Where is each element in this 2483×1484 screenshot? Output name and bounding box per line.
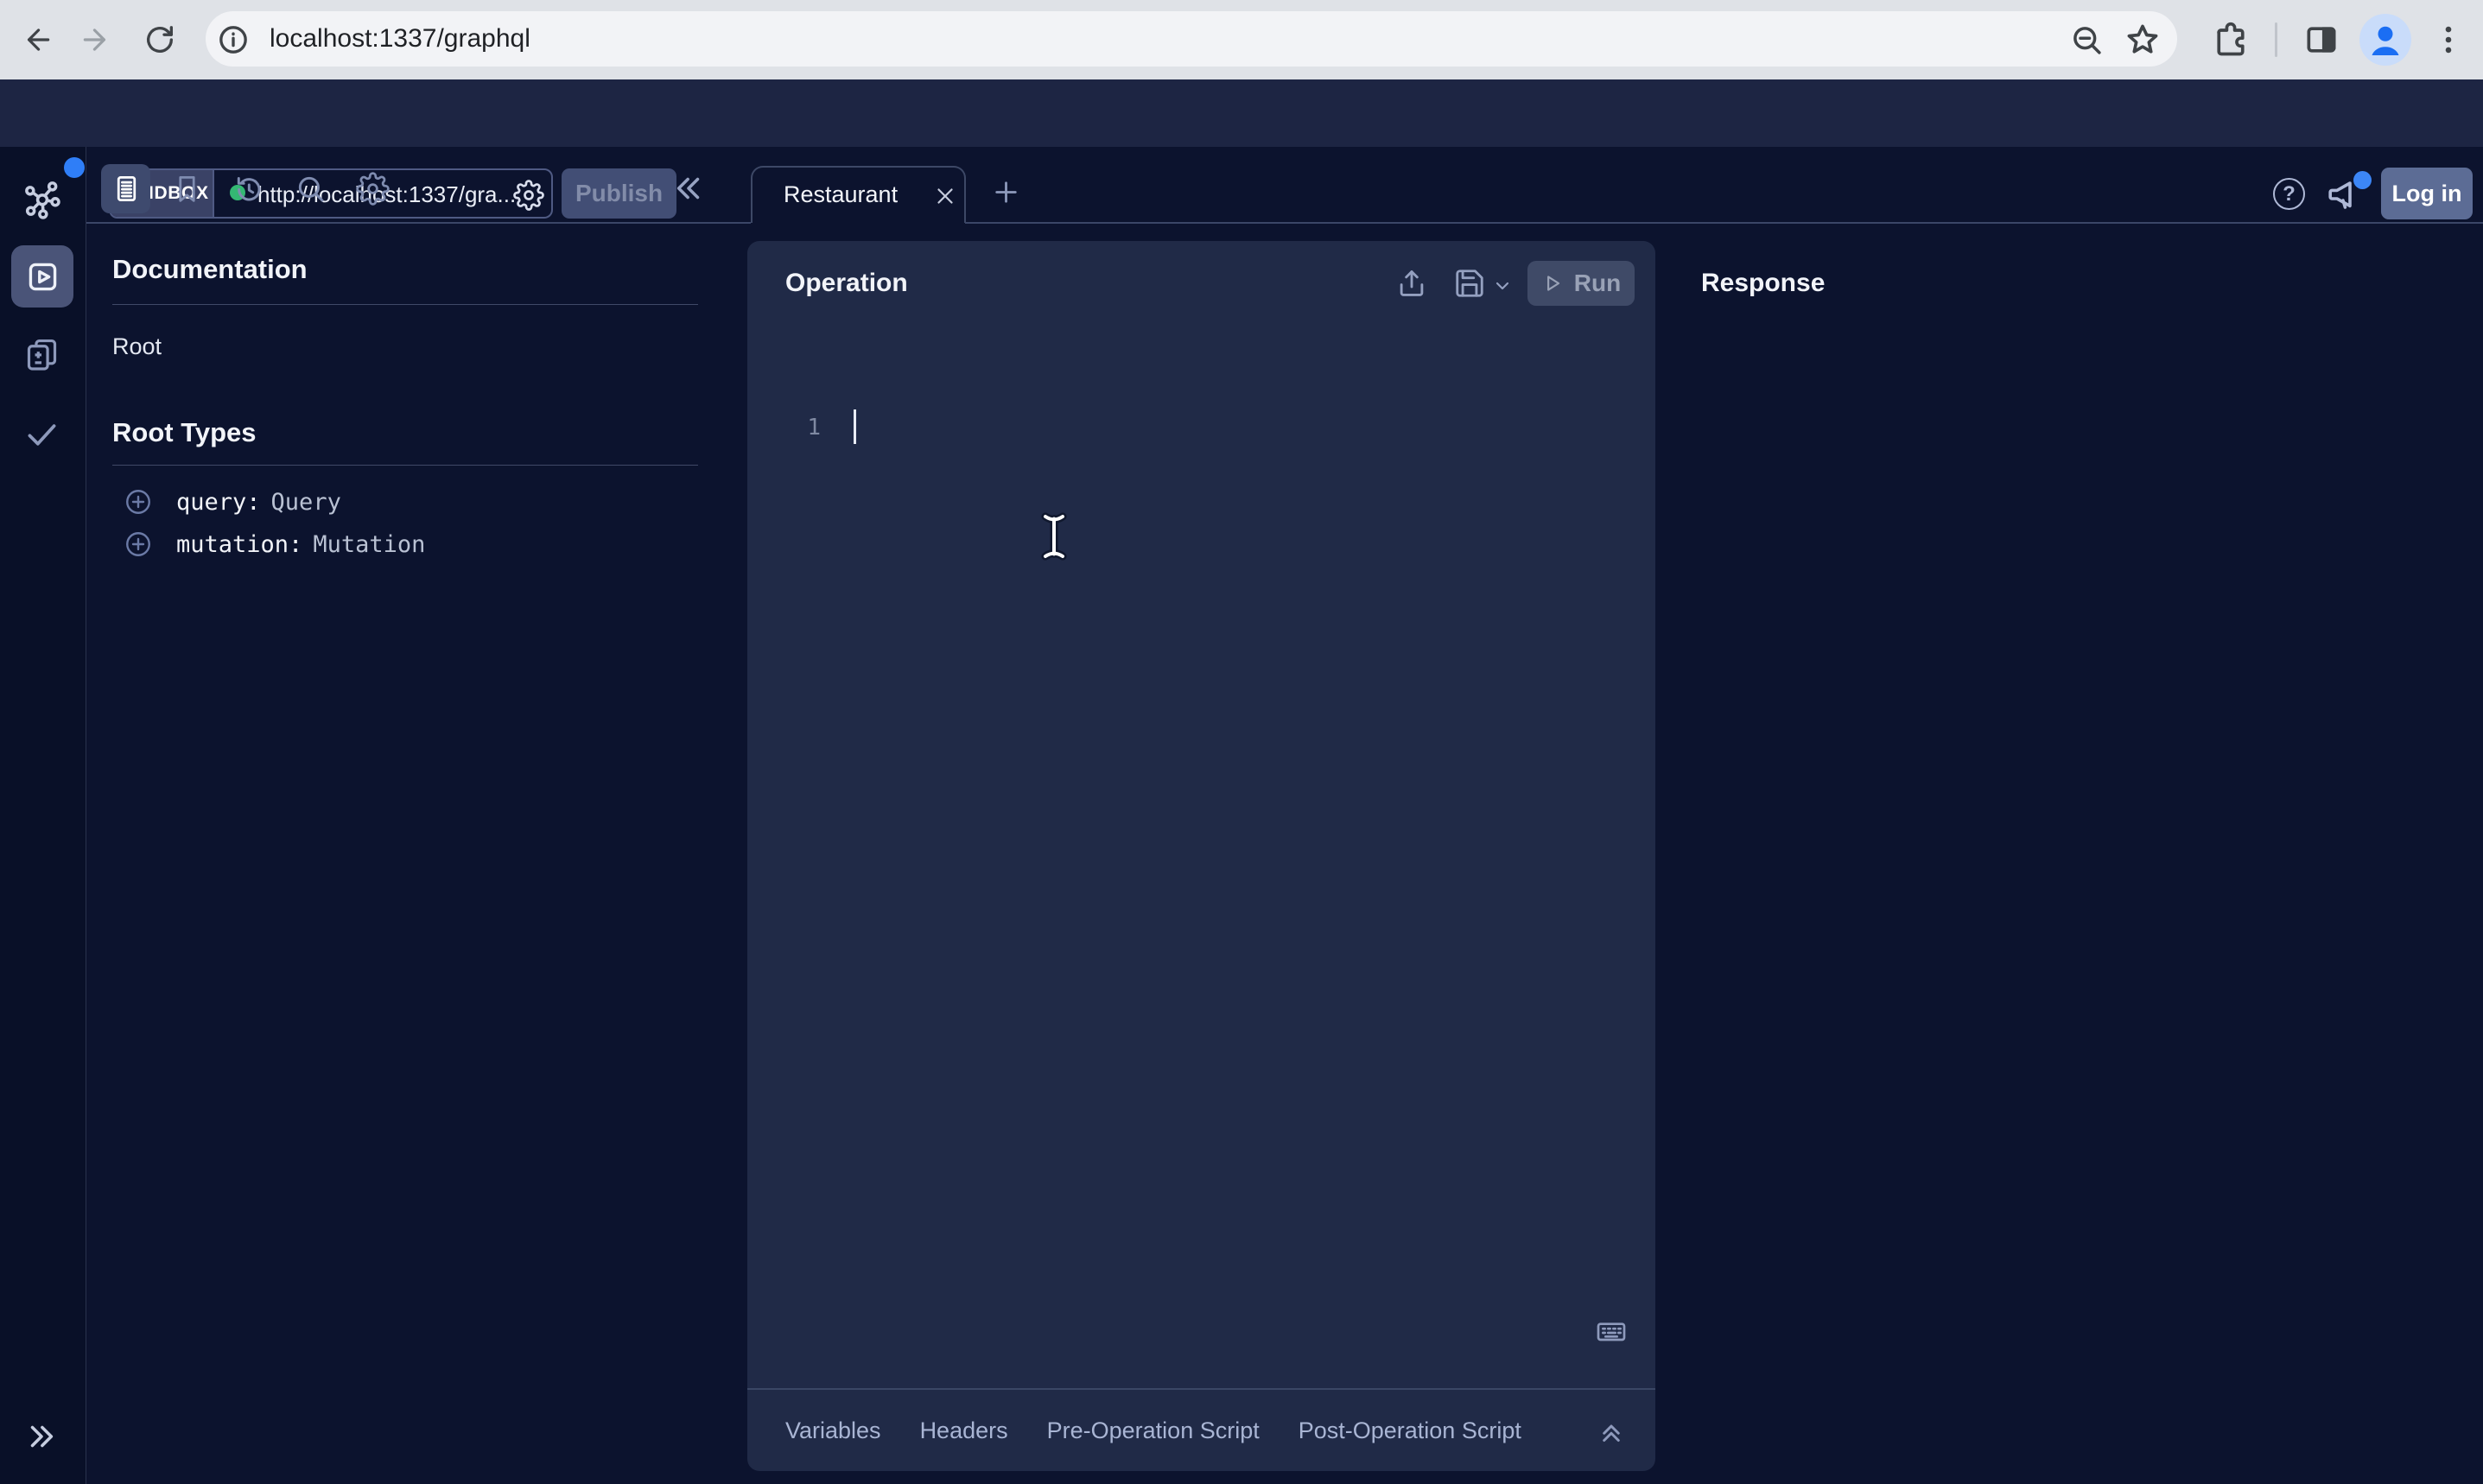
endpoint-settings-gear-icon[interactable] bbox=[513, 180, 544, 211]
response-panel-title: Response bbox=[1701, 269, 1825, 298]
operation-title: Operation bbox=[785, 269, 908, 298]
tabbar-divider-left bbox=[86, 222, 751, 224]
explorer-play-icon[interactable] bbox=[23, 257, 62, 296]
schema-notification-dot bbox=[64, 157, 85, 178]
profile-avatar[interactable] bbox=[2359, 14, 2411, 66]
settings-tab-gear-icon[interactable] bbox=[356, 172, 390, 206]
tab-label: Restaurant bbox=[784, 181, 898, 208]
root-type-row-mutation: mutation: Mutation bbox=[123, 529, 425, 560]
ibeam-mouse-cursor bbox=[1035, 511, 1073, 561]
new-tab-icon[interactable] bbox=[990, 176, 1022, 208]
save-operation-icon[interactable] bbox=[1453, 267, 1486, 300]
root-types-divider bbox=[112, 465, 698, 466]
toolbar-divider bbox=[2275, 22, 2277, 57]
keyboard-shortcuts-icon[interactable] bbox=[1594, 1314, 1629, 1348]
apollo-sandbox-screen: localhost:1337/graphql A SANDBOX http://… bbox=[0, 0, 2483, 1484]
expand-footer-icon[interactable] bbox=[1596, 1416, 1627, 1447]
mutation-type-name[interactable]: Mutation bbox=[313, 531, 425, 558]
close-tab-icon[interactable] bbox=[932, 183, 958, 209]
expand-sidebar-icon[interactable] bbox=[23, 1418, 60, 1455]
editor-caret bbox=[854, 409, 856, 444]
query-field-name[interactable]: query: bbox=[176, 489, 261, 516]
run-play-icon bbox=[1541, 272, 1564, 295]
footer-tab-variables[interactable]: Variables bbox=[785, 1417, 881, 1444]
app-sidebar bbox=[0, 147, 86, 1484]
collapse-docs-panel-icon[interactable] bbox=[670, 170, 707, 206]
save-options-chevron-icon[interactable] bbox=[1492, 276, 1513, 296]
docs-root-item[interactable]: Root bbox=[112, 333, 162, 360]
mutation-field-name[interactable]: mutation: bbox=[176, 531, 302, 558]
docs-divider bbox=[112, 304, 698, 305]
menu-kebab-icon[interactable] bbox=[2429, 21, 2467, 59]
footer-tab-post-operation-script[interactable]: Post-Operation Script bbox=[1299, 1417, 1521, 1444]
zoom-out-icon[interactable] bbox=[2068, 22, 2105, 58]
operation-editor[interactable]: 1 bbox=[747, 323, 1655, 1386]
site-info-icon[interactable] bbox=[216, 22, 251, 57]
apollo-header: A SANDBOX http://localhost:1337/gra... P… bbox=[0, 79, 2483, 147]
help-button[interactable]: ? bbox=[2273, 178, 2305, 210]
extensions-icon[interactable] bbox=[2212, 21, 2250, 59]
schema-graph-icon[interactable] bbox=[21, 177, 64, 220]
announcement-notification-dot bbox=[2353, 171, 2372, 189]
documentation-tab-icon[interactable] bbox=[111, 173, 143, 205]
history-tab-icon[interactable] bbox=[232, 172, 265, 206]
run-label: Run bbox=[1574, 270, 1621, 297]
footer-tab-pre-operation-script[interactable]: Pre-Operation Script bbox=[1047, 1417, 1260, 1444]
publish-label: Publish bbox=[575, 180, 663, 207]
root-types-title: Root Types bbox=[112, 417, 257, 448]
publish-button[interactable]: Publish bbox=[562, 168, 676, 219]
add-query-field-icon[interactable] bbox=[123, 486, 154, 517]
run-button[interactable]: Run bbox=[1527, 261, 1635, 306]
forward-icon bbox=[79, 23, 112, 56]
url-text[interactable]: localhost:1337/graphql bbox=[270, 24, 530, 54]
reload-icon[interactable] bbox=[143, 22, 177, 57]
query-type-name[interactable]: Query bbox=[271, 489, 341, 516]
checks-icon[interactable] bbox=[22, 415, 61, 453]
help-icon: ? bbox=[2283, 182, 2296, 206]
login-label: Log in bbox=[2392, 181, 2462, 207]
operation-panel: Operation Run 1 Variables Headers Pre-Op… bbox=[747, 241, 1655, 1471]
add-mutation-field-icon[interactable] bbox=[123, 529, 154, 560]
share-operation-icon[interactable] bbox=[1395, 267, 1428, 300]
changelog-icon[interactable] bbox=[22, 335, 61, 374]
side-panel-icon[interactable] bbox=[2302, 21, 2340, 59]
tab-restaurant[interactable]: Restaurant bbox=[751, 166, 966, 223]
footer-tab-headers[interactable]: Headers bbox=[920, 1417, 1008, 1444]
editor-line-number: 1 bbox=[795, 415, 821, 441]
root-type-row-query: query: Query bbox=[123, 486, 341, 517]
docs-panel-title: Documentation bbox=[112, 254, 308, 285]
bookmark-star-icon[interactable] bbox=[2124, 21, 2162, 59]
back-icon[interactable] bbox=[21, 23, 54, 56]
browser-toolbar: localhost:1337/graphql bbox=[0, 0, 2483, 79]
bookmarks-tab-icon[interactable] bbox=[171, 173, 203, 205]
tabbar-divider-right bbox=[965, 222, 2483, 224]
search-tab-icon[interactable] bbox=[294, 172, 327, 206]
operation-footer-bar: Variables Headers Pre-Operation Script P… bbox=[747, 1388, 1655, 1471]
login-button[interactable]: Log in bbox=[2381, 168, 2473, 219]
